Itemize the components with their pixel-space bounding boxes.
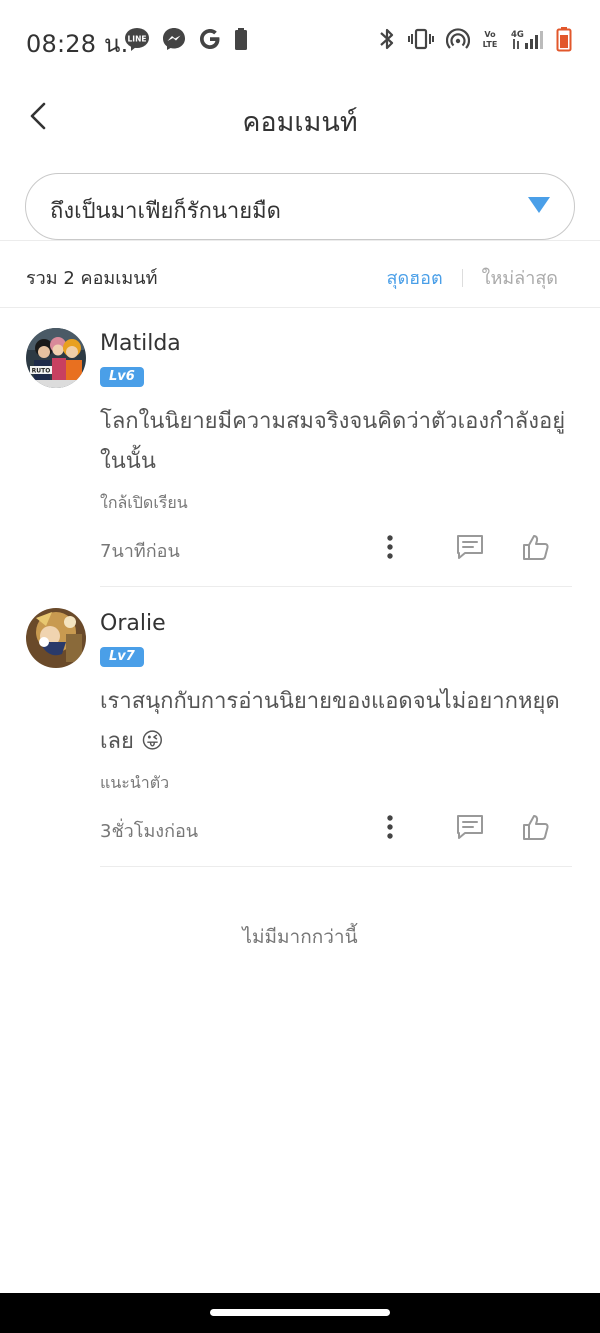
- svg-text:RUTO: RUTO: [32, 368, 51, 375]
- comment-username[interactable]: Matilda: [100, 331, 181, 356]
- svg-text:LINE: LINE: [128, 35, 147, 44]
- bluetooth-icon: [378, 26, 396, 52]
- thumbs-up-icon: [523, 815, 549, 840]
- divider: [0, 240, 600, 241]
- status-time: 08:28 น.: [26, 30, 129, 58]
- comment-divider: [100, 586, 572, 587]
- system-nav-bar: [0, 1293, 600, 1333]
- tab-newest[interactable]: ใหม่ล่าสุด: [482, 263, 558, 292]
- comment-timestamp: 3ชั่วโมงก่อน: [100, 821, 199, 842]
- comment-count: รวม 2 คอมเมนท์: [26, 268, 158, 289]
- comment-topic-tag[interactable]: แนะนำตัว: [100, 771, 169, 796]
- more-options-button[interactable]: [372, 529, 408, 565]
- comment-summary-row: รวม 2 คอมเมนท์ สุดฮอต ใหม่ล่าสุด: [0, 242, 600, 308]
- reply-button[interactable]: [452, 809, 488, 845]
- hotspot-icon: [446, 27, 470, 51]
- novel-selector-dropdown[interactable]: ถึงเป็นมาเฟียก็รักนายมืด: [25, 173, 575, 240]
- dropdown-triangle-icon: [528, 197, 550, 213]
- avatar[interactable]: [26, 608, 86, 668]
- comment-topic-tag[interactable]: ใกล้เปิดเรียน: [100, 491, 188, 516]
- divider: [0, 307, 600, 308]
- more-vertical-icon: [387, 535, 393, 559]
- like-button[interactable]: [518, 529, 554, 565]
- comment-bubble-icon: [457, 535, 483, 559]
- svg-text:4G: 4G: [511, 30, 524, 40]
- signal-icon: 4G: [510, 27, 544, 51]
- reply-button[interactable]: [452, 529, 488, 565]
- app-header: คอมเมนท์: [0, 80, 600, 156]
- line-icon: LINE: [124, 27, 150, 51]
- comment-divider: [100, 866, 572, 867]
- svg-text:Vo: Vo: [484, 30, 496, 39]
- comment-bubble-icon: [457, 815, 483, 839]
- battery-icon: [556, 26, 572, 52]
- messenger-icon: [162, 27, 186, 51]
- comment-text: เราสนุกกับการอ่านนิยายของแอดจนไม่อยากหยุ…: [100, 689, 560, 754]
- tab-hottest[interactable]: สุดฮอต: [386, 263, 442, 292]
- sort-tabs: สุดฮอต ใหม่ล่าสุด: [386, 263, 558, 292]
- status-system-icons: Vo LTE 4G: [378, 26, 572, 52]
- tab-separator: [461, 268, 463, 287]
- battery-saver-icon: [234, 27, 248, 51]
- end-of-list-message: ไม่มีมากกว่านี้: [242, 926, 358, 948]
- page-title: คอมเมนท์: [242, 107, 358, 138]
- more-options-button[interactable]: [372, 809, 408, 845]
- novel-selector-value: ถึงเป็นมาเฟียก็รักนายมืด: [50, 199, 281, 224]
- thumbs-up-icon: [523, 535, 549, 560]
- status-bar: 08:28 น. LINE Vo LTE 4G: [0, 0, 600, 80]
- google-icon: [198, 27, 222, 51]
- like-button[interactable]: [518, 809, 554, 845]
- comment-username[interactable]: Oralie: [100, 611, 166, 636]
- vibrate-icon: [408, 27, 434, 51]
- home-gesture-bar[interactable]: [210, 1309, 390, 1316]
- comment-text: โลกในนิยายมีความสมจริงจนคิดว่าตัวเองกำลั…: [100, 409, 566, 474]
- svg-text:LTE: LTE: [483, 40, 498, 49]
- comment-timestamp: 7นาทีก่อน: [100, 541, 180, 562]
- more-vertical-icon: [387, 815, 393, 839]
- level-badge: Lv6: [100, 367, 144, 387]
- level-badge: Lv7: [100, 647, 144, 667]
- volte-icon: Vo LTE: [482, 27, 498, 51]
- status-app-icons: LINE: [124, 27, 248, 51]
- avatar[interactable]: RUTO: [26, 328, 86, 388]
